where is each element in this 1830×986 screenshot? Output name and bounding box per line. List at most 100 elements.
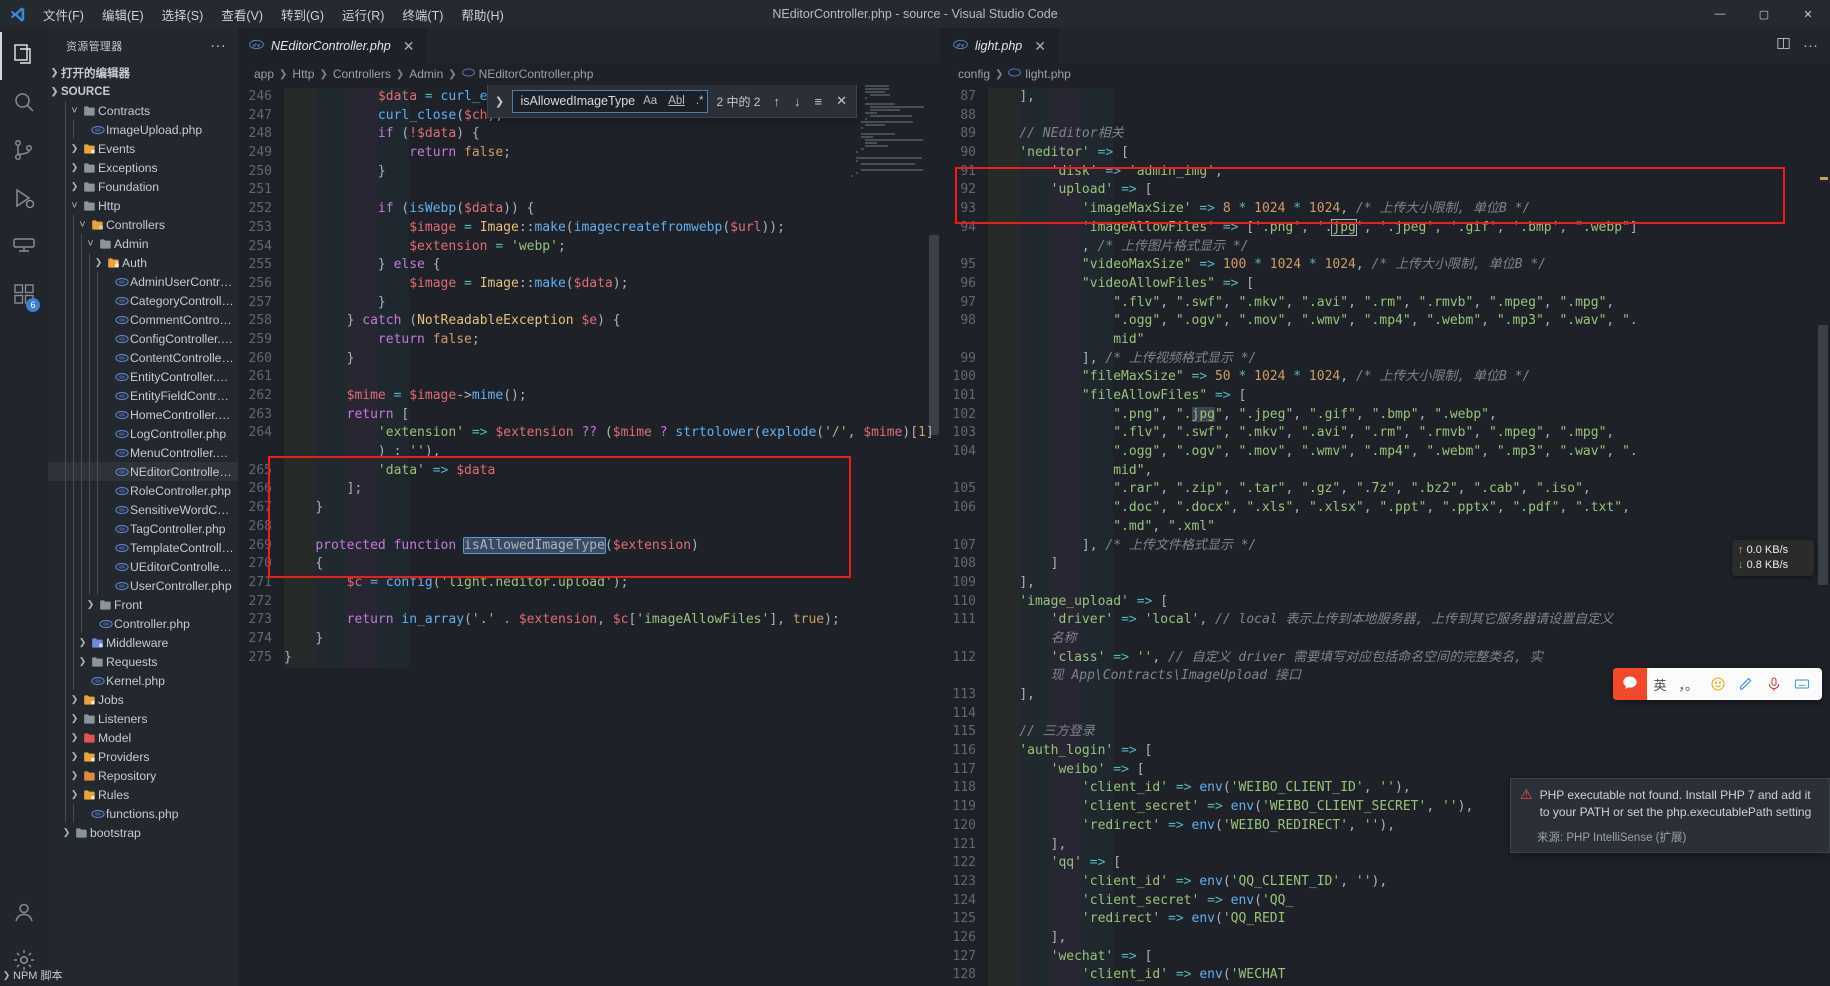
tab-close-icon[interactable]: ✕ xyxy=(1034,39,1046,53)
code-line[interactable]: // 三方登录 xyxy=(988,723,1830,742)
code-line[interactable]: mid", xyxy=(988,462,1830,481)
ime-voice-button[interactable] xyxy=(1760,676,1788,692)
code-line[interactable]: "fileAllowFiles" => [ xyxy=(988,387,1830,406)
tree-item-bootstrap[interactable]: ❯ bootstrap xyxy=(48,823,238,842)
code-line[interactable]: } catch (NotReadableException $e) { xyxy=(284,312,941,331)
code-line[interactable]: ] xyxy=(988,555,1830,574)
activity-accounts[interactable] xyxy=(0,890,48,938)
tree-item-imageupload-php[interactable]: ImageUpload.php xyxy=(48,120,238,139)
ime-emoji-button[interactable] xyxy=(1704,676,1732,692)
code-line[interactable]: 'class' => '', // 自定义 driver 需要填写对应包括命名空… xyxy=(988,649,1830,668)
code-line[interactable]: 'driver' => 'local', // local 表示上传到本地服务器… xyxy=(988,611,1830,630)
find-close-button[interactable]: ✕ xyxy=(831,93,852,109)
window-controls[interactable]: — ▢ ✕ xyxy=(1698,0,1830,28)
tree-item-providers[interactable]: ❯ Providers xyxy=(48,747,238,766)
tree-item-jobs[interactable]: ❯ Jobs xyxy=(48,690,238,709)
code-line[interactable]: ".flv", ".swf", ".mkv", ".avi", ".rm", "… xyxy=(988,424,1830,443)
code-line[interactable]: } xyxy=(284,163,941,182)
explorer-more-icon[interactable]: ··· xyxy=(204,38,232,53)
activity-explorer[interactable] xyxy=(0,32,48,80)
whole-word-icon[interactable]: Abl xyxy=(665,94,688,108)
code-line[interactable]: 'upload' => [ xyxy=(988,181,1830,200)
code-line[interactable]: 'redirect' => env('QQ_REDI xyxy=(988,910,1830,929)
npm-scripts-section[interactable]: ❯ NPM 脚本 xyxy=(0,964,190,986)
tree-item-exceptions[interactable]: ❯ Exceptions xyxy=(48,158,238,177)
breadcrumb-item-file[interactable]: light.php xyxy=(1008,66,1071,82)
minimize-button[interactable]: — xyxy=(1698,0,1742,28)
code-line[interactable]: return false; xyxy=(284,331,941,350)
code-line[interactable]: ".flv", ".swf", ".mkv", ".avi", ".rm", "… xyxy=(988,294,1830,313)
code-line[interactable]: return false; xyxy=(284,144,941,163)
breadcrumb-right[interactable]: config ❯ light.php xyxy=(942,63,1830,85)
code-editor-left[interactable]: 246 247 248 249 250 251 252 253 254 255 256 257 258 2… xyxy=(238,85,941,986)
find-next-button[interactable]: ↓ xyxy=(789,94,806,109)
match-case-icon[interactable]: Aa xyxy=(640,94,660,108)
breadcrumb-item[interactable]: Http xyxy=(292,67,314,81)
code-line[interactable]: ], xyxy=(988,88,1830,107)
code-line[interactable]: 'weibo' => [ xyxy=(988,761,1830,780)
code-line[interactable]: "videoAllowFiles" => [ xyxy=(988,275,1830,294)
tree-item-auth[interactable]: ❯ Auth xyxy=(48,253,238,272)
breadcrumb-item[interactable]: Controllers xyxy=(333,67,391,81)
maximize-button[interactable]: ▢ xyxy=(1742,0,1786,28)
code-line[interactable]: 'data' => $data xyxy=(284,462,941,481)
more-actions-icon[interactable]: ··· xyxy=(1803,38,1818,53)
code-line[interactable]: "fileMaxSize" => 50 * 1024 * 1024, /* 上传… xyxy=(988,368,1830,387)
code-line[interactable]: , /* 上传图片格式显示 */ xyxy=(988,238,1830,257)
find-previous-button[interactable]: ↑ xyxy=(769,94,786,109)
tab-lightphp[interactable]: php light.php ✕ xyxy=(942,28,1058,63)
code-line[interactable]: 'extension' => $extension ?? ($mime ? st… xyxy=(284,424,941,443)
activity-source-control[interactable] xyxy=(0,128,48,176)
code-line[interactable]: 'neditor' => [ xyxy=(988,144,1830,163)
ime-toolbar[interactable]: 英 ，。 xyxy=(1613,668,1822,700)
tree-item-functions-php[interactable]: functions.php xyxy=(48,804,238,823)
tree-item-contracts[interactable]: ˅ Contracts xyxy=(48,101,238,120)
code-line[interactable]: ], /* 上传文件格式显示 */ xyxy=(988,537,1830,556)
tree-item-homecontroller-php[interactable]: HomeController.php xyxy=(48,405,238,424)
code-line[interactable]: ".rar", ".zip", ".tar", ".gz", ".7z", ".… xyxy=(988,480,1830,499)
code-line[interactable]: 'qq' => [ xyxy=(988,854,1830,873)
code-line[interactable] xyxy=(284,181,941,200)
code-line[interactable]: ".png", ".jpg", ".jpeg", ".gif", ".bmp",… xyxy=(988,406,1830,425)
code-line[interactable] xyxy=(284,368,941,387)
tree-item-logcontroller-php[interactable]: LogController.php xyxy=(48,424,238,443)
close-button[interactable]: ✕ xyxy=(1786,0,1830,28)
code-line[interactable]: return [ xyxy=(284,406,941,425)
code-line[interactable]: 'auth_login' => [ xyxy=(988,742,1830,761)
tree-item-usercontroller-php[interactable]: UserController.php xyxy=(48,576,238,595)
tree-item-adminusercontroller-p[interactable]: AdminUserController.p... xyxy=(48,272,238,291)
activity-run-debug[interactable] xyxy=(0,176,48,224)
tree-item-requests[interactable]: ❯ Requests xyxy=(48,652,238,671)
code-content-left[interactable]: $data = curl_exe curl_close($ch); if (!$… xyxy=(284,85,941,986)
code-line[interactable]: if (!$data) { xyxy=(284,125,941,144)
code-line[interactable]: ], xyxy=(988,574,1830,593)
menu-run[interactable]: 运行(R) xyxy=(333,2,393,27)
menu-bar[interactable]: 文件(F) 编辑(E) 选择(S) 查看(V) 转到(G) 运行(R) 终端(T… xyxy=(34,2,513,27)
tree-item-controllers[interactable]: ˅ Controllers xyxy=(48,215,238,234)
code-line[interactable]: } xyxy=(284,630,941,649)
code-line[interactable]: protected function isAllowedImageType($e… xyxy=(284,536,941,556)
code-line[interactable]: $extension = 'webp'; xyxy=(284,238,941,257)
code-line[interactable] xyxy=(988,705,1830,724)
tree-item-events[interactable]: ❯ Events xyxy=(48,139,238,158)
sogou-ime-logo-icon[interactable] xyxy=(1613,668,1648,700)
tree-item-listeners[interactable]: ❯ Listeners xyxy=(48,709,238,728)
code-line[interactable]: 'imageMaxSize' => 8 * 1024 * 1024, /* 上传… xyxy=(988,200,1830,219)
code-line[interactable]: ], /* 上传视频格式显示 */ xyxy=(988,350,1830,369)
tree-item-ueditorcontroller-php[interactable]: UEditorController.php xyxy=(48,557,238,576)
menu-edit[interactable]: 编辑(E) xyxy=(93,2,153,27)
tree-item-model[interactable]: ❯ Model xyxy=(48,728,238,747)
code-line[interactable]: 名称 xyxy=(988,630,1830,649)
code-line[interactable]: "videoMaxSize" => 100 * 1024 * 1024, /* … xyxy=(988,256,1830,275)
section-source-root[interactable]: ❯ SOURCE xyxy=(48,82,238,101)
tree-item-repository[interactable]: ❯ Repository xyxy=(48,766,238,785)
editor-actions-right[interactable]: ··· xyxy=(1764,28,1830,63)
code-line[interactable] xyxy=(284,518,941,537)
code-line[interactable]: return in_array('.' . $extension, $c['im… xyxy=(284,611,941,630)
notification-toast[interactable]: ⚠ PHP executable not found. Install PHP … xyxy=(1510,778,1830,853)
menu-view[interactable]: 查看(V) xyxy=(212,2,272,27)
code-line[interactable]: } xyxy=(284,350,941,369)
tree-item-controller-php[interactable]: Controller.php xyxy=(48,614,238,633)
activity-search[interactable] xyxy=(0,80,48,128)
code-line[interactable]: ], xyxy=(988,929,1830,948)
